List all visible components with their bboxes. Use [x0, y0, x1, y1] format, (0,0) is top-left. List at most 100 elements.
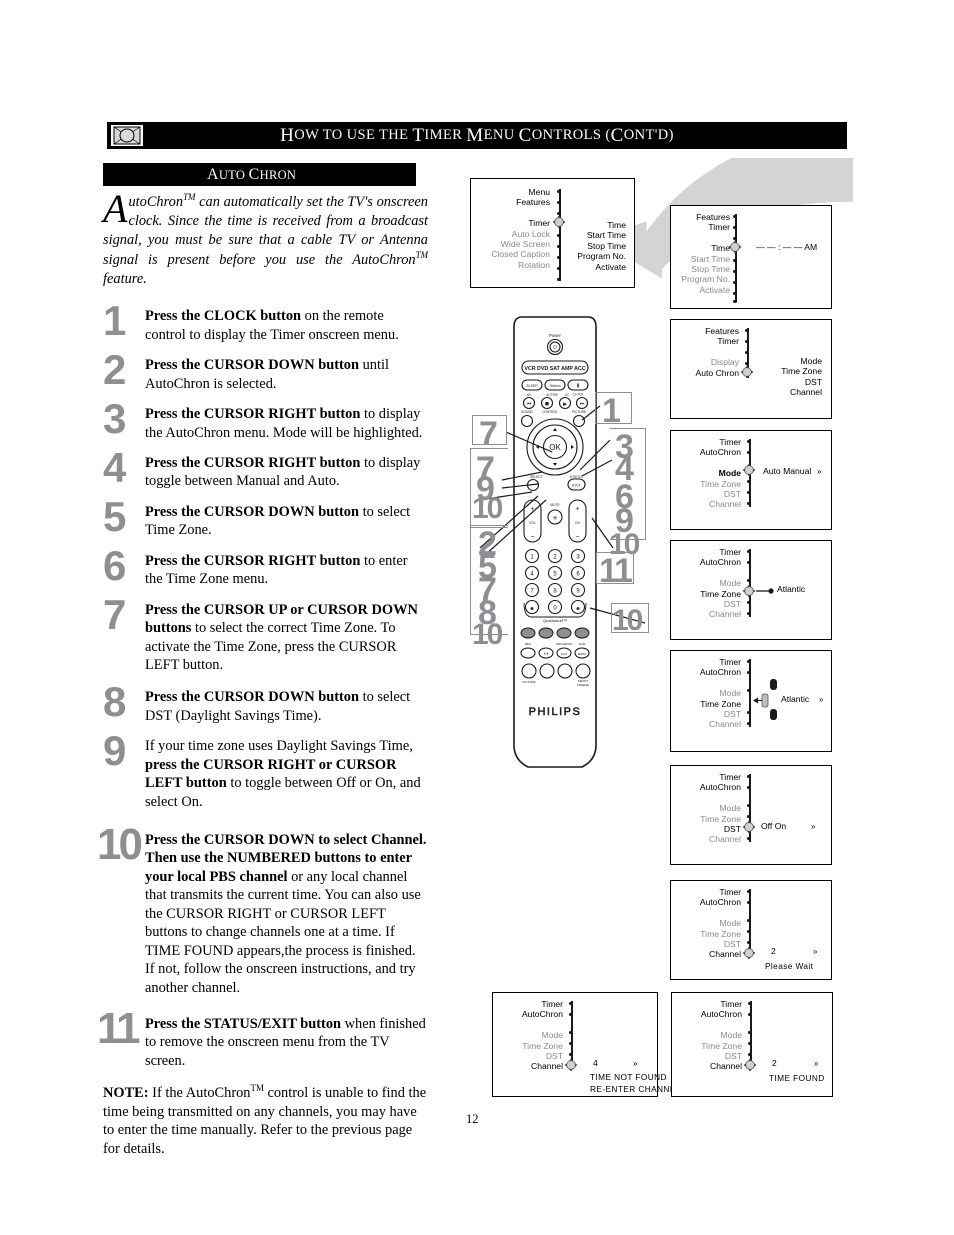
svg-text:⏻: ⏻: [553, 345, 557, 351]
callout-cursor-left-10: 10: [472, 492, 503, 525]
step-4: 4 Press the CURSOR RIGHT button to displ…: [103, 447, 428, 491]
bullet-down-icon: [770, 709, 777, 720]
step-number: 2: [103, 346, 126, 394]
bullet-up-icon: [770, 679, 777, 690]
osd-left-items: Timer AutoChron Mode Time Zone DST Channel: [699, 437, 741, 510]
callout-cursor-up: 7: [479, 415, 498, 453]
step-number: 1: [103, 297, 126, 345]
section-title-bar: AUTO CHRON: [103, 163, 416, 186]
osd-left-items: Menu Features Timer Auto Lock Wide Screen Clo…: [491, 187, 550, 270]
osd-value: 2: [771, 946, 776, 956]
osd-left-items: Timer AutoChron Mode Time Zone DST Channel: [699, 547, 741, 620]
osd-timezone-list: Timer AutoChron Mode Time Zone DST Channel At…: [670, 650, 832, 752]
cursor-indicator-icon: [564, 1058, 578, 1072]
osd-menu-features: Menu Features Timer Auto Lock Wide Screen Clo…: [470, 178, 635, 288]
step-8: 8 Press the CURSOR DOWN button to select…: [103, 681, 428, 725]
callout-cursor-down-10: 10: [472, 618, 503, 651]
svg-text:MENU: MENU: [578, 652, 586, 656]
tz-link-arrow-icon: [756, 588, 774, 594]
osd-value-arrow: »: [817, 467, 822, 476]
trademark-symbol: TM: [183, 192, 196, 202]
osd-value-arrow: »: [813, 947, 818, 956]
step-3: 3 Press the CURSOR RIGHT button to displ…: [103, 398, 428, 442]
cursor-indicator-icon: [552, 215, 566, 229]
section-title: AUTO CHRON: [207, 165, 297, 183]
osd-value-arrow: »: [633, 1059, 638, 1068]
osd-left-items: Features Timer Time Start Time Stop Time Prog…: [681, 212, 730, 295]
svg-text:VCR DVD SAT AMP ACC: VCR DVD SAT AMP ACC: [524, 366, 585, 372]
osd-dst: Timer AutoChron Mode Time Zone DST Channel Of…: [670, 765, 832, 865]
osd-message-2: RE-ENTER CHANNEL: [590, 1084, 681, 1094]
step-number: 6: [103, 541, 126, 589]
osd-channel-wait: Timer AutoChron Mode Time Zone DST Channel 2 …: [670, 880, 832, 980]
intro-dropcap: A: [103, 186, 128, 231]
svg-text:FREEZE: FREEZE: [577, 683, 589, 687]
step-bold: Press the CURSOR RIGHT button: [145, 552, 361, 569]
svg-text:PHILIPS: PHILIPS: [529, 706, 582, 718]
intro-text-1: utoChron: [128, 193, 184, 210]
osd-value: Off On: [761, 821, 787, 831]
step-pretext: If your time zone uses Daylight Savings …: [145, 738, 413, 755]
cursor-indicator-icon: [742, 946, 756, 960]
step-bold: Press the CURSOR RIGHT button: [145, 455, 361, 471]
page-number: 12: [466, 1112, 479, 1126]
osd-value: 4: [593, 1058, 598, 1068]
osd-time-found: Timer AutoChron Mode Time Zone DST Channel 2 …: [671, 992, 833, 1097]
osd-right-items: Time Start Time Stop Time Program No. Activa…: [577, 220, 626, 272]
step-6: 6 Press the CURSOR RIGHT button to enter…: [103, 544, 428, 589]
note-label: NOTE:: [103, 1085, 149, 1102]
tv-remote-icon: [110, 124, 144, 147]
step-1: 1 Press the CLOCK button on the remote c…: [103, 300, 428, 344]
osd-timezone-enter: Timer AutoChron Mode Time Zone DST Channel At…: [670, 540, 832, 640]
step-bold: Press the CURSOR DOWN button: [145, 503, 360, 520]
osd-value: Atlantic: [781, 694, 810, 704]
osd-message: Please Wait: [765, 961, 814, 971]
osd-value: — — : — — AM: [756, 242, 818, 252]
intro-text-3: feature.: [103, 271, 147, 288]
osd-value: 2: [772, 1058, 777, 1068]
cursor-indicator-icon: [740, 365, 754, 379]
step-number: 3: [103, 395, 126, 443]
svg-text:PICTURE: PICTURE: [522, 680, 535, 684]
svg-text:Power: Power: [549, 333, 561, 338]
osd-mode: Timer AutoChron Mode Time Zone DST Channel Au…: [670, 430, 832, 530]
page-title: H OW TO USE THE T IMER M ENU C ONTROLS (C ONT…: [280, 124, 674, 146]
step-bold: Press the CURSOR RIGHT button: [145, 406, 361, 423]
trademark-symbol-2: TM: [415, 250, 428, 261]
svg-text:◖◗: ◖◗: [543, 651, 548, 656]
page-header-bar: H OW TO USE THE T IMER M ENU C ONTROLS (C ONT…: [107, 122, 847, 149]
osd-autochron-select: Features Timer Display Auto Chron Mode Time …: [670, 319, 832, 419]
cursor-indicator-icon: [742, 584, 756, 598]
osd-left-items: Timer AutoChron Mode Time Zone DST Channel: [521, 999, 563, 1072]
osd-message-1: TIME NOT FOUND: [590, 1072, 667, 1082]
cursor-indicator-icon: [728, 240, 742, 254]
osd-left-items: Timer AutoChron Mode Time Zone DST Channel: [699, 657, 741, 730]
trademark-symbol-3: TM: [250, 1083, 264, 1094]
step-2: 2 Press the CURSOR DOWN button until Aut…: [103, 349, 428, 393]
osd-value-arrow: »: [814, 1059, 819, 1068]
osd-time: Features Timer Time Start Time Stop Time Prog…: [670, 205, 832, 309]
step-number: 5: [103, 492, 126, 540]
callout-status-exit: 11: [599, 552, 633, 590]
note-text-1: If the AutoChron: [148, 1085, 251, 1102]
step-number: 8: [103, 678, 126, 726]
step-11: 11 Press the STATUS/EXIT button when fin…: [97, 1006, 428, 1070]
svg-text:LIST: LIST: [561, 652, 568, 656]
osd-message: TIME FOUND: [769, 1073, 825, 1083]
step-bold: Press the CURSOR DOWN button: [145, 689, 360, 706]
cursor-indicator-icon: [742, 820, 756, 834]
osd-left-items: Features Timer Display Auto Chron: [695, 326, 739, 378]
cursor-indicator-icon: [742, 463, 756, 477]
step-9: 9 If your time zone uses Daylight Saving…: [103, 730, 428, 811]
osd-left-items: Timer AutoChron Mode Time Zone DST Channel: [699, 887, 741, 960]
osd-right-items: Mode Time Zone DST Channel: [781, 356, 822, 398]
step-bold: Press the CLOCK button: [145, 308, 302, 325]
osd-value: Atlantic: [777, 584, 806, 594]
note-paragraph: NOTE: If the AutoChronTM control is unab…: [103, 1083, 428, 1159]
step-number: 7: [103, 590, 126, 638]
osd-left-items: Timer AutoChron Mode Time Zone DST Channel: [700, 999, 742, 1072]
osd-value-arrow: »: [819, 695, 824, 704]
intro-paragraph: AutoChronTM can automatically set the TV…: [103, 186, 428, 289]
step-10: 10 Press the CURSOR DOWN to select Chann…: [97, 823, 428, 997]
step-bold: Press the STATUS/EXIT button: [145, 1015, 342, 1032]
